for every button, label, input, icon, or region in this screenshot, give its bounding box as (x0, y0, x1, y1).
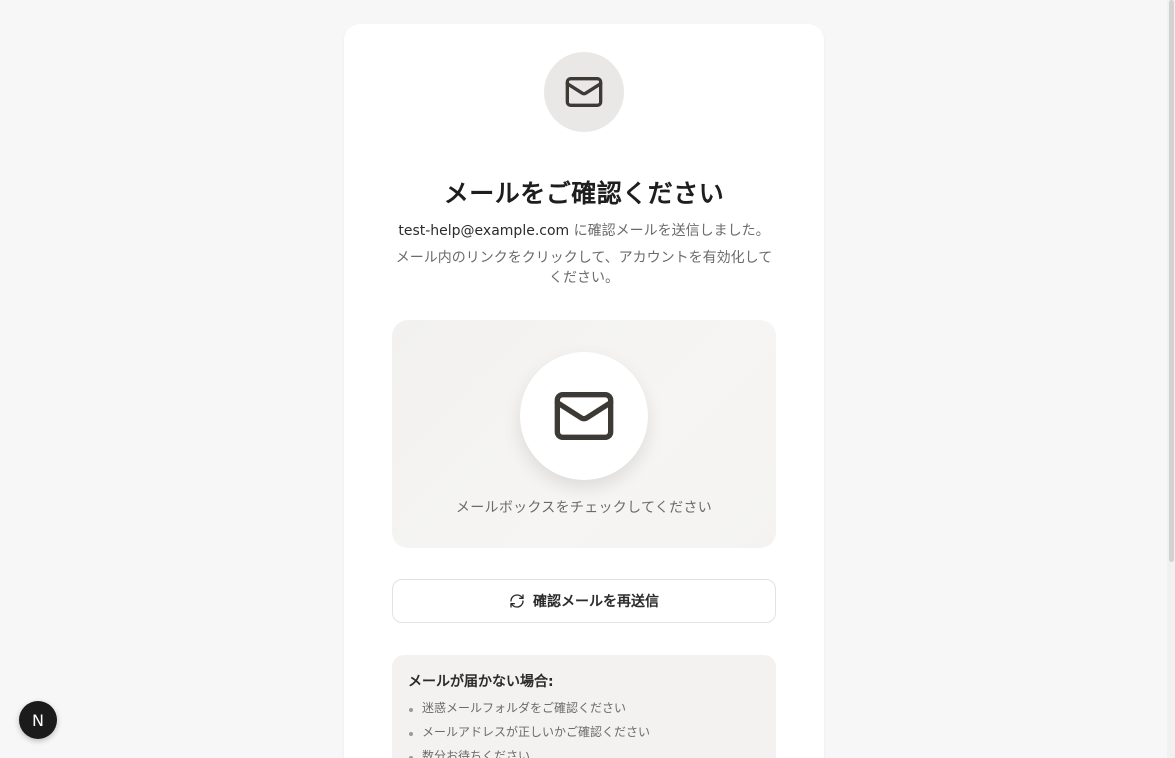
help-list-item: メールアドレスが正しいかご確認ください (408, 720, 650, 744)
mail-icon (554, 392, 614, 440)
resend-email-button[interactable]: 確認メールを再送信 (392, 579, 776, 623)
scrollbar-thumb[interactable] (1169, 0, 1174, 562)
mail-icon (565, 77, 603, 107)
user-email: test-help@example.com (398, 223, 570, 239)
badge-letter: N (32, 710, 44, 730)
mailbox-panel: メールボックスをチェックしてください (392, 320, 776, 548)
help-box: メールが届かない場合: 迷惑メールフォルダをご確認ください メールアドレスが正し… (392, 655, 776, 758)
verify-email-page: メールをご確認ください test-help@example.com に確認メール… (0, 0, 1175, 758)
help-list-item: 迷惑メールフォルダをご確認ください (408, 696, 650, 720)
nextjs-dev-indicator-button[interactable]: N (19, 701, 57, 739)
mailbox-caption: メールボックスをチェックしてください (455, 500, 713, 516)
page-title: メールをご確認ください (443, 179, 725, 208)
sent-confirmation-text: test-help@example.com に確認メールを送信しました。 (344, 220, 824, 240)
help-list-item: 数分お待ちください (408, 744, 650, 758)
resend-button-label: 確認メールを再送信 (533, 594, 659, 610)
scrollbar[interactable] (1167, 0, 1175, 758)
mailbox-icon-container (520, 352, 648, 480)
sent-suffix: に確認メールを送信しました。 (569, 223, 770, 239)
help-list: 迷惑メールフォルダをご確認ください メールアドレスが正しいかご確認ください 数分… (408, 696, 650, 758)
refresh-icon (509, 593, 525, 609)
help-title: メールが届かない場合: (408, 674, 554, 690)
activation-instruction: メール内のリンクをクリックして、アカウントを有効化してください。 (395, 250, 773, 286)
verify-email-card: メールをご確認ください test-help@example.com に確認メール… (344, 24, 824, 758)
top-mail-icon-container (544, 52, 624, 132)
